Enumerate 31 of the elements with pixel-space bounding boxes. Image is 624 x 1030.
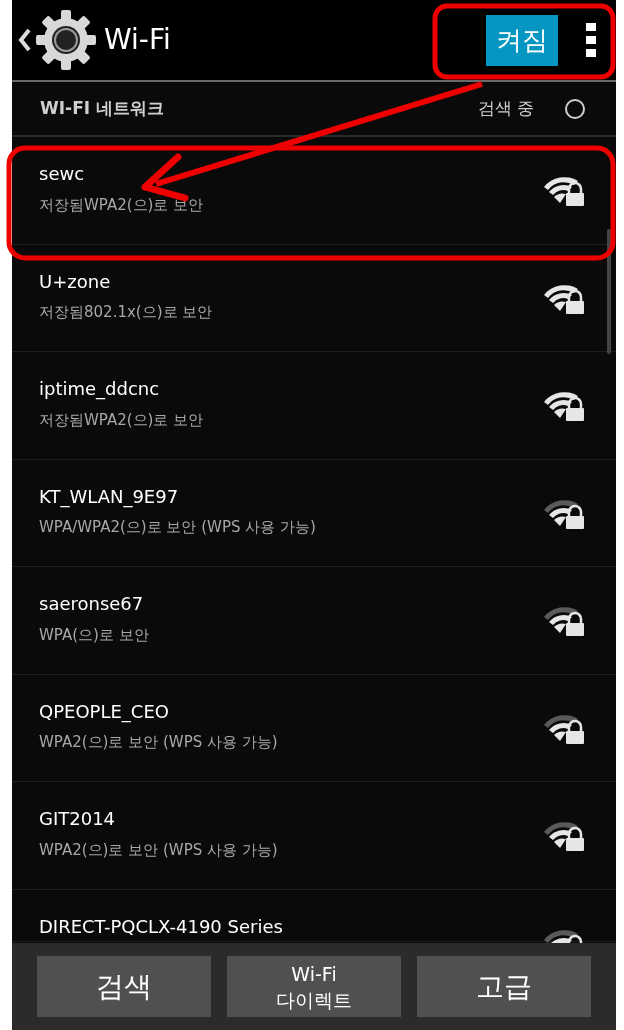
network-item[interactable]: saeronse67 WPA(으)로 보안 [12,567,616,675]
network-security: WPA(으)로 보안 [39,625,150,645]
network-name: saeronse67 [39,593,145,616]
window-title: Wi-Fi [104,22,171,58]
network-item[interactable]: KT_WLAN_9E97 WPA/WPA2(으)로 보안 (WPS 사용 가능) [12,459,616,567]
action-button[interactable]: Wi-Fi 다이렉트 [227,956,401,1017]
network-security: WPA/WPA2(으)로 보안 (WPS 사용 가능) [39,518,317,537]
network-name: sewc [39,163,86,186]
network-name: iptime_ddcnc [39,378,161,401]
network-security: 저장됨WPA2(으)로 보안 [39,195,205,215]
network-security: 저장됨WPA2(으)로 보안 [39,410,205,430]
progress-circle-icon [564,97,586,120]
network-name: GIT2014 [39,808,117,831]
section-title: WI-FI 네트워크 [40,96,164,120]
settings-icon[interactable] [34,8,98,72]
network-name: QPEOPLE_CEO [39,700,170,723]
scan-status: 검색 중 [477,96,534,120]
network-item[interactable]: QPEOPLE_CEO WPA2(으)로 보안 (WPS 사용 가능) [12,674,616,782]
network-name: KT_WLAN_9E97 [39,485,180,508]
network-name: U+zone [39,270,112,293]
network-item[interactable]: iptime_ddcnc 저장됨WPA2(으)로 보안 [12,352,616,460]
network-item[interactable]: sewc 저장됨WPA2(으)로 보안 [12,137,616,245]
network-security: 저장됨802.1x(으)로 보안 [39,303,214,322]
network-name: DIRECT-PQCLX-4190 Series [39,915,284,938]
network-item[interactable]: GIT2014 WPA2(으)로 보안 (WPS 사용 가능) [12,782,616,890]
action-button[interactable]: 고급 [417,956,591,1017]
action-button[interactable]: 검색 [37,956,211,1017]
network-security: WPA2(으)로 보안 (WPS 사용 가능) [39,733,279,752]
back-icon[interactable] [18,27,32,53]
network-security: WPA2(으)로 보안 (WPS 사용 가능) [39,840,279,860]
more-menu-icon[interactable] [586,23,596,57]
